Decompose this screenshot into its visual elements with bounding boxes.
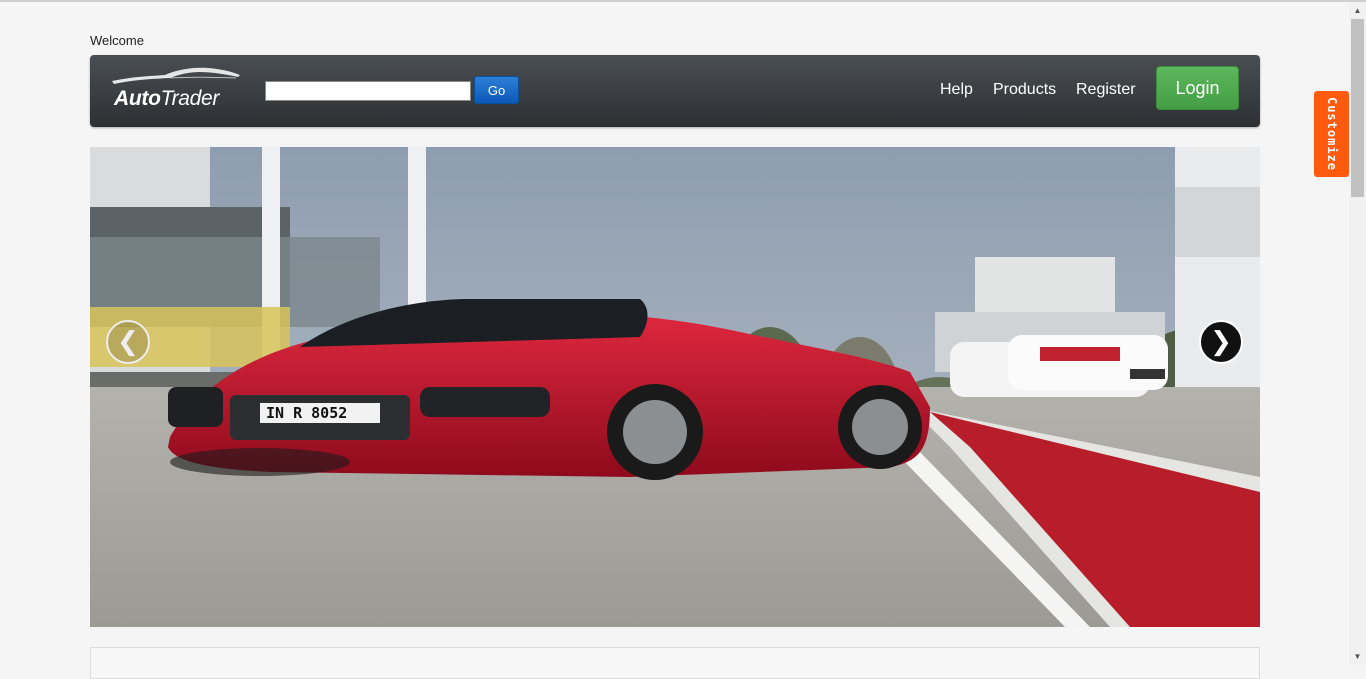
content-panel [90,647,1260,679]
nav-link-register[interactable]: Register [1076,81,1136,99]
nav-link-help[interactable]: Help [940,81,973,99]
carousel-prev-button[interactable]: ❮ [106,320,150,364]
license-plate-text: IN R 8052 [266,404,348,422]
carousel-slide-image [90,147,1260,627]
login-button[interactable]: Login [1156,66,1239,110]
search-input[interactable] [265,81,471,101]
go-button[interactable]: Go [474,76,519,104]
carousel-next-button[interactable]: ❯ [1199,320,1243,364]
vertical-scrollbar[interactable]: ▲ ▼ [1349,2,1366,665]
chevron-left-icon: ❮ [117,327,139,357]
customize-tab[interactable]: Customize [1314,91,1349,177]
navbar: AutoTrader Go Help Products Register Log… [90,55,1260,127]
customize-tab-label: Customize [1324,96,1339,172]
logo-text-auto: Auto [114,87,161,110]
logo-text: AutoTrader [114,87,219,111]
hero-carousel: IN R 8052 ❮ ❯ [90,147,1260,627]
scroll-down-icon[interactable]: ▼ [1349,648,1366,665]
autotrader-logo[interactable]: AutoTrader [110,65,245,115]
window-top-border [0,0,1366,2]
logo-text-trader: Trader [160,87,220,110]
chevron-right-icon: ❯ [1210,327,1232,357]
scrollbar-thumb[interactable] [1351,19,1364,197]
scroll-up-icon[interactable]: ▲ [1349,2,1366,19]
nav-link-products[interactable]: Products [993,81,1056,99]
welcome-text: Welcome [90,33,144,48]
